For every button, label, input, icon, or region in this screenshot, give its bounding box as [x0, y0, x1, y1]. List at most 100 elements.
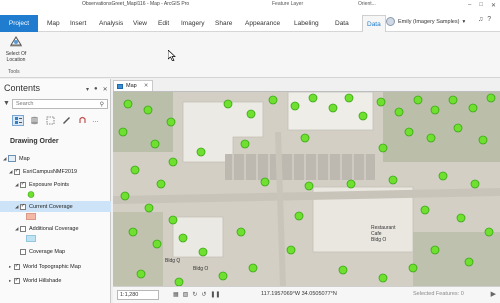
selection-view-button[interactable]: [44, 115, 56, 126]
status-toolbar: ▦ ▧ ↻ ↺ ❚❚: [173, 291, 220, 298]
contents-search[interactable]: ⚲: [12, 99, 108, 109]
imagery-basemap: Bldg Q Bldg O Restaurant Cafe Bldg O: [113, 92, 500, 286]
exposure-point: [240, 139, 250, 149]
exposure-point: [150, 139, 160, 149]
map-label-bldg-o: Bldg O: [193, 266, 208, 272]
tree-item-exposure-points[interactable]: ◢ ✓ Exposure Points: [0, 179, 111, 190]
exposure-point: [358, 111, 368, 121]
exposure-point: [486, 93, 496, 103]
exposure-point: [136, 269, 146, 279]
tab-analysis[interactable]: Analysis: [99, 15, 123, 32]
exposure-point: [198, 247, 208, 257]
tab-share[interactable]: Share: [215, 15, 232, 32]
drawing-order-view-button[interactable]: [12, 115, 24, 126]
document-title: ObservationsGreet_Mapl116 - Map - ArcGIS…: [82, 1, 190, 7]
tab-appearance[interactable]: Appearance: [245, 15, 280, 32]
exposure-point: [426, 133, 436, 143]
select-by-location-label: Select Of Location: [5, 51, 27, 63]
data-source-view-button[interactable]: [28, 115, 40, 126]
exposure-point: [413, 95, 423, 105]
contents-view-toolbar: …: [12, 115, 99, 126]
fixed-zoom-icon[interactable]: ▦: [173, 291, 179, 298]
tree-label-group-layer: EsriCampusNMF2019: [23, 168, 78, 175]
tree-item-world-topographic[interactable]: ▸ ✓ World Topographic Map: [0, 261, 111, 272]
tree-item-map[interactable]: ◢ Map: [0, 153, 111, 164]
user-account[interactable]: Emily (Imagery Samples) ▾: [386, 17, 465, 26]
additional-coverage-symbol[interactable]: [26, 235, 36, 242]
tree-item-coverage-map[interactable]: Coverage Map: [0, 246, 111, 257]
pencil-icon: [62, 117, 70, 124]
exposure-point: [246, 109, 256, 119]
orient-context-label: Orient...: [358, 1, 376, 7]
help-icon[interactable]: ?: [487, 16, 491, 23]
pin-icon[interactable]: ●: [94, 86, 98, 93]
tab-view[interactable]: View: [133, 15, 147, 32]
top-icons: ♫ ?: [478, 16, 491, 23]
tab-edit[interactable]: Edit: [158, 15, 169, 32]
editing-view-button[interactable]: [60, 115, 72, 126]
close-tab-icon[interactable]: ✕: [144, 83, 149, 89]
grid-icon[interactable]: ▧: [183, 291, 189, 298]
exposure-point: [294, 211, 304, 221]
map-view-tab[interactable]: Map ✕: [113, 80, 153, 91]
tree-item-additional-coverage[interactable]: ◢ Additional Coverage: [0, 223, 111, 234]
exposure-point: [166, 117, 176, 127]
contents-search-input[interactable]: [13, 100, 91, 108]
exposure-point: [286, 245, 296, 255]
tree-item-group-layer[interactable]: ◢ ✓ EsriCampusNMF2019: [0, 166, 111, 177]
pane-options-icon[interactable]: ▾: [86, 86, 89, 93]
exposure-point: [430, 105, 440, 115]
tab-insert[interactable]: Insert: [70, 15, 86, 32]
user-name: Emily (Imagery Samples): [398, 18, 460, 25]
refresh-icon[interactable]: ↺: [201, 291, 206, 298]
visibility-checkbox[interactable]: ✓: [20, 181, 26, 188]
exposure-point: [328, 103, 338, 113]
tab-data-active[interactable]: Data: [362, 15, 386, 32]
map-tab-label: Map: [126, 83, 137, 89]
map-canvas[interactable]: Bldg Q Bldg O Restaurant Cafe Bldg O: [113, 91, 500, 286]
current-coverage-symbol[interactable]: [26, 213, 36, 220]
tools-group-label: Tools: [8, 69, 20, 75]
more-options-icon[interactable]: …: [92, 117, 99, 124]
tree-item-current-coverage[interactable]: ◢ ✓ Current Coverage: [0, 201, 111, 212]
select-by-location-button[interactable]: Select Of Location: [3, 35, 29, 63]
exposure-points-symbol[interactable]: [26, 191, 36, 198]
drawing-order-heading: Drawing Order: [10, 138, 59, 145]
tab-data[interactable]: Data: [335, 15, 349, 32]
snapping-view-button[interactable]: [76, 115, 88, 126]
visibility-checkbox[interactable]: ✓: [20, 203, 26, 210]
contents-pane: Contents ▾ ● ✕ ▼ ⚲: [0, 79, 111, 303]
rotate-icon[interactable]: ↻: [192, 291, 197, 298]
expand-status-icon[interactable]: ▶: [491, 290, 496, 298]
close-icon[interactable]: ✕: [491, 2, 496, 9]
filter-icon[interactable]: ▼: [3, 100, 10, 107]
minimize-icon[interactable]: –: [468, 2, 471, 9]
exposure-point: [338, 265, 348, 275]
notification-bell-icon[interactable]: ♫: [478, 16, 483, 23]
selection-icon: [46, 116, 54, 125]
scale-selector[interactable]: 1:1,280: [117, 290, 159, 300]
select-by-location-icon: [10, 36, 22, 47]
tab-labeling[interactable]: Labeling: [294, 15, 319, 32]
tab-map[interactable]: Map: [47, 15, 60, 32]
exposure-point: [248, 263, 258, 273]
exposure-point: [128, 227, 138, 237]
exposure-point: [130, 165, 140, 175]
tab-project[interactable]: Project: [0, 15, 38, 32]
exposure-point: [223, 99, 233, 109]
visibility-checkbox[interactable]: ✓: [14, 168, 20, 175]
visibility-checkbox[interactable]: [20, 225, 26, 232]
visibility-checkbox[interactable]: ✓: [14, 263, 20, 270]
search-icon[interactable]: ⚲: [100, 101, 104, 108]
visibility-checkbox[interactable]: ✓: [14, 277, 20, 284]
map-icon: [8, 155, 16, 162]
tree-item-world-hillshade[interactable]: ▸ ✓ World Hillshade: [0, 275, 111, 286]
close-pane-icon[interactable]: ✕: [103, 86, 108, 93]
tree-label-map: Map: [19, 155, 30, 162]
exposure-point: [448, 95, 458, 105]
visibility-checkbox[interactable]: [20, 248, 26, 255]
chevron-down-icon: ▾: [462, 18, 466, 25]
pause-icon[interactable]: ❚❚: [210, 291, 220, 298]
tab-imagery[interactable]: Imagery: [181, 15, 204, 32]
maximize-icon[interactable]: □: [479, 2, 483, 9]
